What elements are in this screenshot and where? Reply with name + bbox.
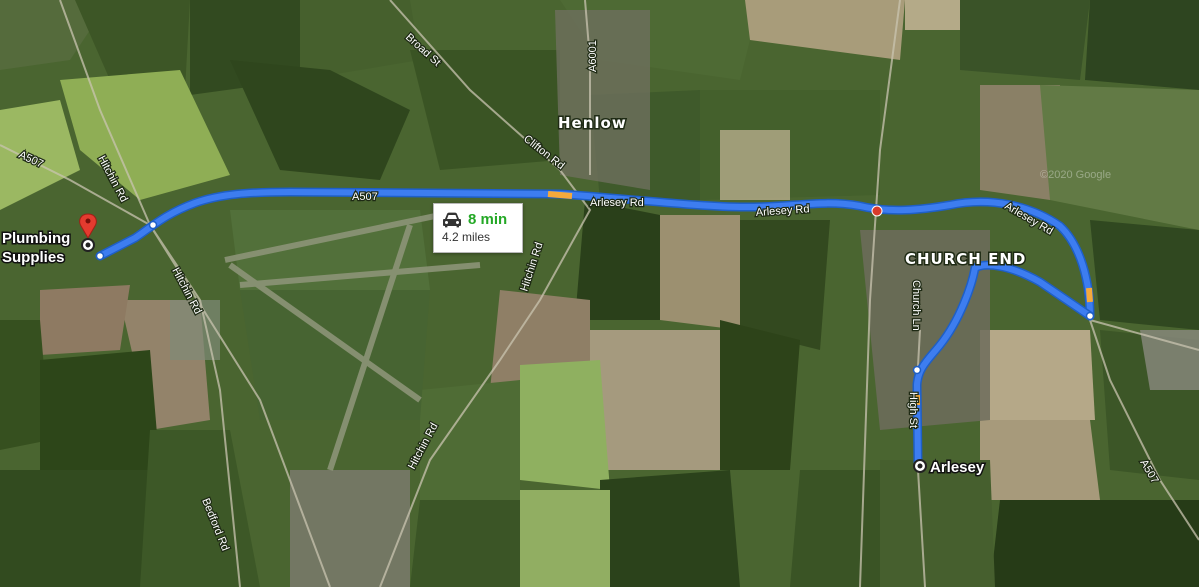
origin-label-line2[interactable]: Supplies [1, 248, 67, 268]
origin-label-line1[interactable]: Plumbing [1, 229, 72, 249]
travel-duration: 8 min [468, 211, 508, 228]
railway-station-icon[interactable] [871, 205, 883, 217]
place-label-church-end: CHURCH END [905, 250, 1026, 268]
origin-marker-icon[interactable] [81, 238, 95, 252]
road-label-arlesey-rd-1: Arlesey Rd [590, 197, 644, 209]
place-label-henlow: Henlow [558, 114, 627, 132]
destination-marker-icon[interactable] [913, 459, 927, 473]
car-icon [442, 212, 462, 228]
satellite-map[interactable]: Plumbing Supplies Arlesey Henlow CHURCH … [0, 0, 1199, 587]
travel-distance: 4.2 miles [442, 230, 491, 244]
road-label-a507-center: A507 [352, 191, 378, 203]
route-start-dot [95, 251, 105, 261]
road-label-high-st: High St [907, 392, 919, 428]
map-watermark: ©2020 Google [1040, 169, 1111, 181]
travel-time-card[interactable]: 8 min 4.2 miles [433, 203, 523, 253]
road-label-a6001: A6001 [587, 40, 599, 72]
destination-label[interactable]: Arlesey [929, 458, 987, 478]
road-label-church-ln: Church Ln [910, 280, 922, 331]
